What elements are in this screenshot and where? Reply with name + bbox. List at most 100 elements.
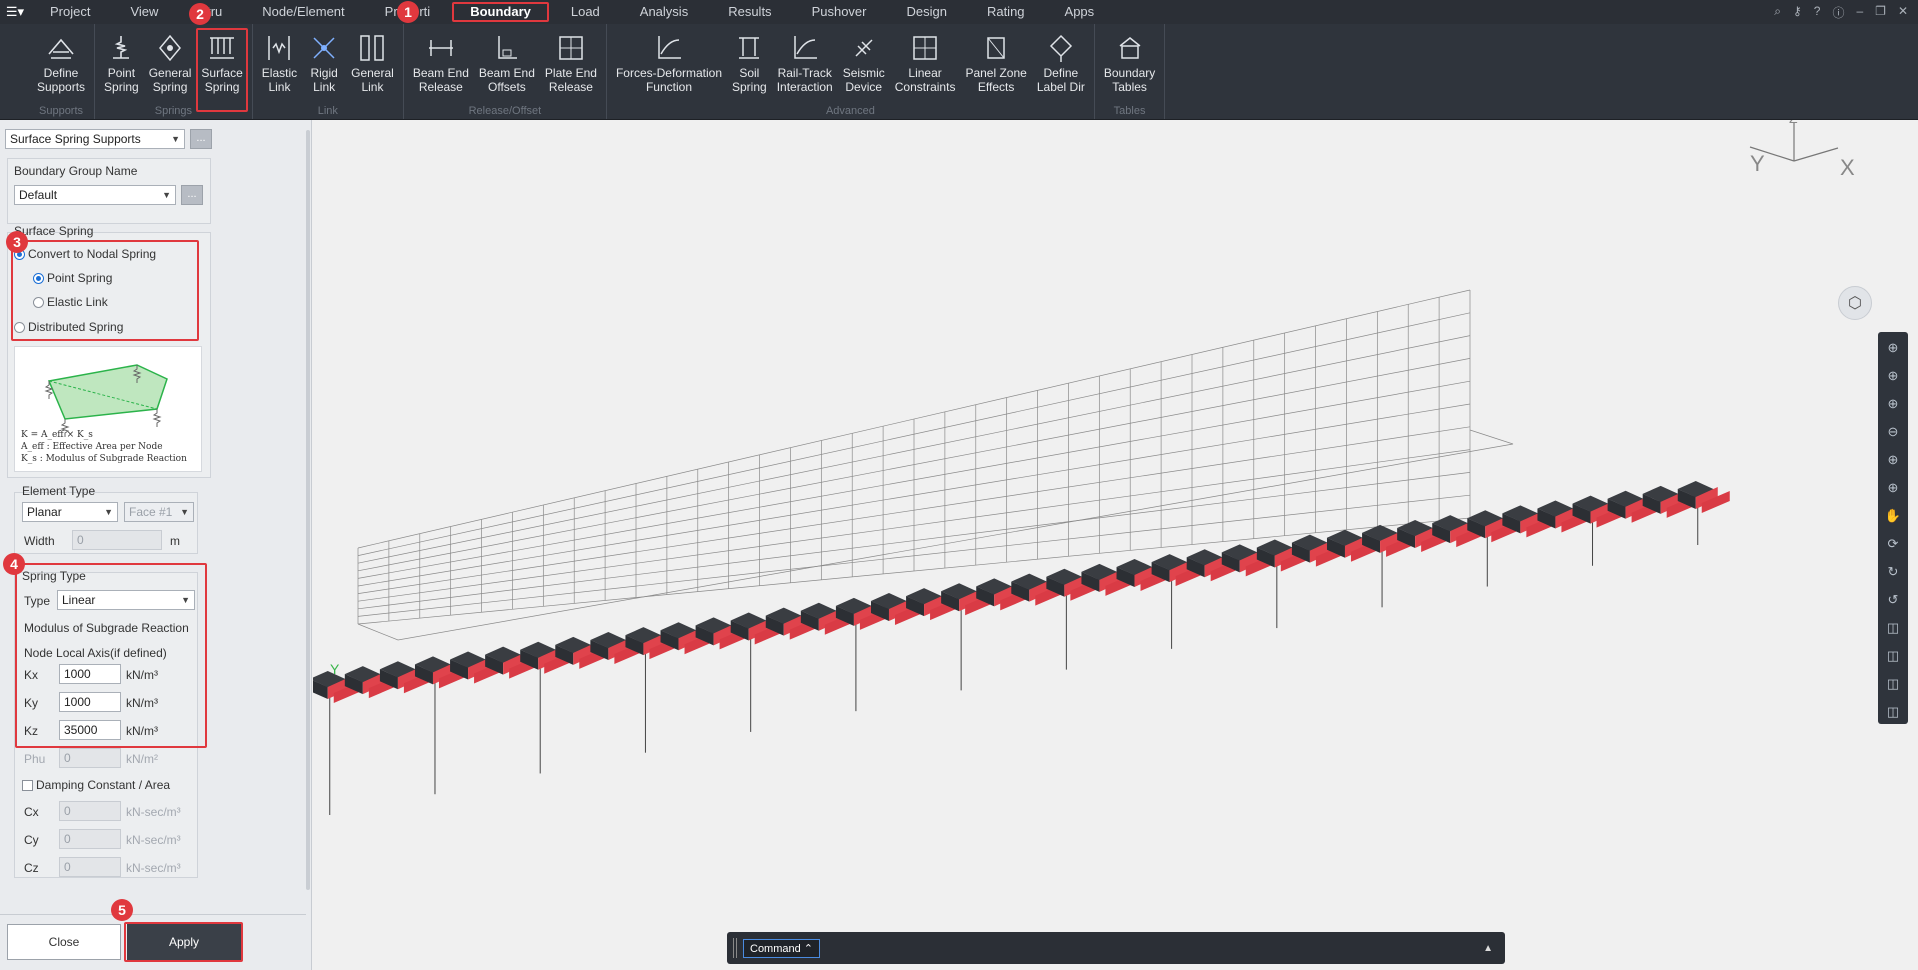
help-icon[interactable]: ?	[1814, 4, 1821, 21]
general-spring-button[interactable]: General Spring	[144, 32, 197, 94]
ribbon-button-label: General	[351, 66, 394, 80]
general-link-button[interactable]: General Link	[346, 32, 399, 94]
ribbon-button-label: Link	[268, 80, 291, 94]
beam-end-release-icon	[424, 32, 458, 64]
expand-caret-icon[interactable]: ▲	[1483, 943, 1493, 954]
damping-label: Damping Constant / Area	[36, 778, 171, 792]
group-more-button[interactable]: ...	[181, 185, 203, 205]
surface-spring-button[interactable]: Surface Spring	[196, 28, 249, 112]
width-label: Width	[24, 534, 55, 548]
beam-end-offsets-button[interactable]: Beam End Offsets	[474, 32, 540, 94]
point-spring-button[interactable]: Point Spring	[99, 32, 144, 94]
ribbon-button-label: Panel Zone	[965, 66, 1027, 80]
restore-icon[interactable]: ❐	[1875, 4, 1886, 21]
close-button[interactable]: Close	[7, 924, 121, 960]
ribbon-button-label: Seismic	[842, 66, 885, 80]
menu-view[interactable]: View	[110, 0, 178, 24]
ribbon-button-label: Effects	[977, 80, 1015, 94]
plate-end-release-icon	[554, 32, 588, 64]
ribbon-button-label: Link	[361, 80, 384, 94]
view-cube-icon[interactable]: ⬡	[1838, 286, 1872, 320]
general-spring-icon	[153, 32, 187, 64]
zoom-all-icon[interactable]: ⊕	[1882, 448, 1904, 472]
element-type-select[interactable]: Planar ▼	[22, 502, 118, 522]
rigid-link-button[interactable]: Rigid Link	[302, 32, 346, 94]
menu-pushover[interactable]: Pushover	[792, 0, 887, 24]
elastic-link-button[interactable]: Elastic Link	[257, 32, 302, 94]
rotate-icon[interactable]: ⟳	[1882, 532, 1904, 556]
menu-project[interactable]: Project	[30, 0, 110, 24]
drag-handle-icon[interactable]	[733, 938, 737, 958]
ribbon-group-label: Advanced	[825, 105, 875, 118]
face-value: Face #1	[129, 505, 173, 519]
panel-scrollbar[interactable]	[306, 130, 310, 890]
rotate-3d-icon[interactable]: ↻	[1882, 560, 1904, 584]
key-icon[interactable]: ⚷	[1793, 4, 1802, 21]
side-view-icon[interactable]: ◫	[1882, 672, 1904, 696]
menu-node-element[interactable]: Node/Element	[242, 0, 364, 24]
model-viewport[interactable]: Y X Z Y	[313, 120, 1918, 970]
diagram-formula: K = A_eff × K_s	[21, 430, 93, 440]
rotate-view-icon[interactable]: ↺	[1882, 588, 1904, 612]
define-supports-button[interactable]: Define Supports	[32, 32, 90, 94]
beam-end-release-button[interactable]: Beam End Release	[408, 32, 474, 94]
soil-spring-button[interactable]: Soil Spring	[727, 32, 772, 94]
command-input[interactable]: Command ⌃	[743, 938, 821, 958]
menu-boundary[interactable]: Boundary	[450, 0, 551, 24]
hamburger-menu-icon[interactable]: ☰▾	[0, 0, 30, 24]
iso-view-icon[interactable]: ◫	[1882, 616, 1904, 640]
search-icon[interactable]: ⌕	[1774, 4, 1781, 21]
zoom-window-icon[interactable]: ⊕	[1882, 364, 1904, 388]
ribbon-button-label: Spring	[152, 80, 188, 94]
mode-more-button[interactable]: ...	[190, 129, 212, 149]
ribbon-button-label: Forces-Deformation	[615, 66, 722, 80]
menu-design[interactable]: Design	[886, 0, 966, 24]
ribbon-group-springs: Point Spring General Spring Surface Spring Spr…	[95, 24, 253, 119]
highlight-box-4	[15, 563, 207, 748]
panel-zone-effects-button[interactable]: Panel Zone Effects	[960, 32, 1031, 94]
cz-input: 0	[59, 857, 121, 877]
define-supports-icon	[44, 32, 78, 64]
forces-deformation-function-button[interactable]: Forces-Deformation Function	[611, 32, 727, 94]
ribbon-group-supports: Define Supports Supports	[28, 24, 96, 119]
zoom-out-icon[interactable]: ⊖	[1882, 420, 1904, 444]
boundary-tables-button[interactable]: Boundary Tables	[1099, 32, 1160, 94]
ribbon-button-label: Beam End	[478, 66, 535, 80]
top-view-icon[interactable]: ◫	[1882, 700, 1904, 724]
seismic-device-button[interactable]: Seismic Device	[838, 32, 890, 94]
menu-results[interactable]: Results	[708, 0, 791, 24]
linear-constraints-button[interactable]: Linear Constraints	[890, 32, 961, 94]
app-window: ☰▾ Project View Stru Node/Element Proper…	[0, 0, 1918, 970]
menu-analysis[interactable]: Analysis	[620, 0, 708, 24]
general-link-icon	[355, 32, 389, 64]
ribbon-button-label: Elastic	[261, 66, 298, 80]
rail-track-interaction-button[interactable]: Rail-Track Interaction	[772, 32, 838, 94]
ribbon-button-label: Rigid	[310, 66, 338, 80]
damping-checkbox[interactable]	[22, 780, 33, 791]
pan-hand-icon[interactable]: ✋	[1882, 504, 1904, 528]
ribbon-group-buttons: Elastic Link Rigid Link General Link	[257, 24, 399, 105]
support-mode-select[interactable]: Surface Spring Supports ▼	[5, 129, 185, 149]
zoom-previous-icon[interactable]: ⊕	[1882, 476, 1904, 500]
group-name-select[interactable]: Default ▼	[14, 185, 176, 205]
ribbon-button-label: Function	[645, 80, 692, 94]
zoom-in-icon[interactable]: ⊕	[1882, 392, 1904, 416]
define-label-dir-button[interactable]: Define Label Dir	[1032, 32, 1090, 94]
close-window-icon[interactable]: ✕	[1898, 4, 1908, 21]
ribbon-button-label: Tables	[1112, 80, 1147, 94]
zoom-fit-icon[interactable]: ⊕	[1882, 336, 1904, 360]
point-spring-icon	[104, 32, 138, 64]
elastic-link-icon	[262, 32, 296, 64]
minimize-icon[interactable]: –	[1856, 4, 1863, 21]
menu-apps[interactable]: Apps	[1045, 0, 1115, 24]
diagram-line-2: K_s : Modulus of Subgrade Reaction	[21, 454, 187, 464]
info-icon[interactable]: ⓘ	[1832, 4, 1844, 21]
front-view-icon[interactable]: ◫	[1882, 644, 1904, 668]
cy-label: Cy	[24, 833, 39, 847]
menu-rating[interactable]: Rating	[967, 0, 1045, 24]
cx-unit: kN-sec/m³	[126, 805, 181, 819]
ribbon-button-label: Device	[845, 80, 883, 94]
ribbon-group-buttons: Forces-Deformation Function Soil Spring Rail…	[611, 24, 1090, 105]
plate-end-release-button[interactable]: Plate End Release	[540, 32, 602, 94]
menu-load[interactable]: Load	[551, 0, 620, 24]
